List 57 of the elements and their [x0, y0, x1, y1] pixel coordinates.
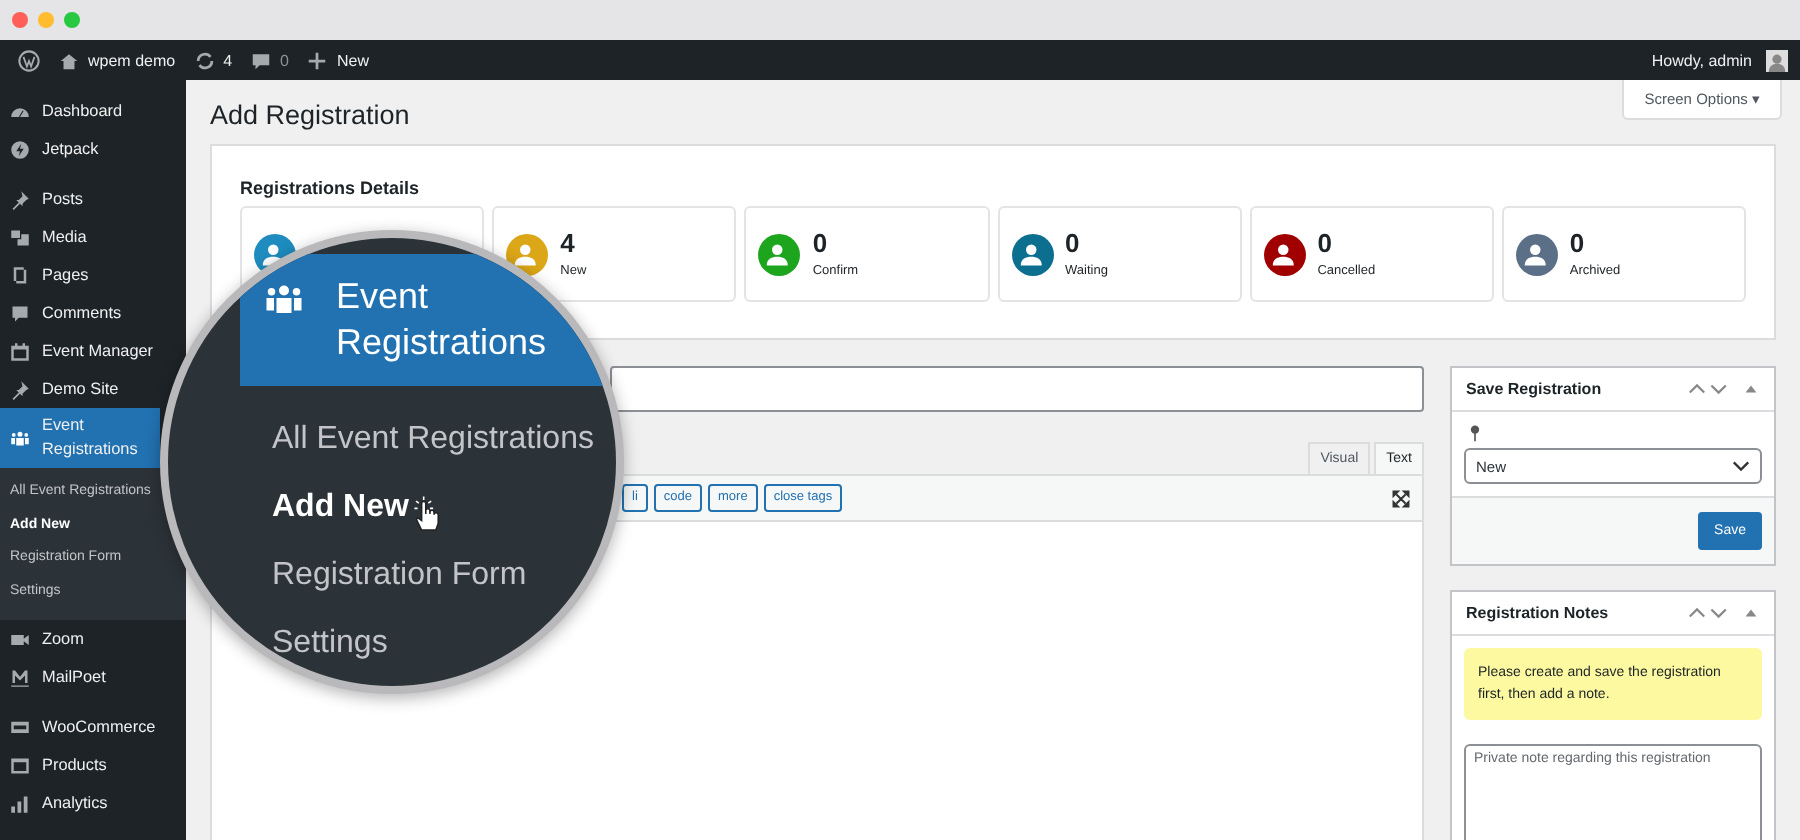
menu-item[interactable]: Registration Form — [272, 558, 527, 594]
page-icon — [10, 265, 30, 285]
stat-value: 0 — [1317, 230, 1334, 258]
chevron-icon — [1732, 460, 1750, 472]
wordpress-logo-icon[interactable] — [18, 49, 40, 71]
calendar-icon — [10, 341, 30, 361]
media-icon — [10, 227, 30, 247]
people-icon — [10, 428, 30, 448]
speech-bubble-icon[interactable] — [250, 49, 273, 71]
panel-title: Registration Notes — [1466, 604, 1609, 622]
site-name-link[interactable]: wpem demo — [88, 51, 176, 69]
stat-value: 0 — [1065, 230, 1082, 258]
sidebar-item[interactable]: Zoom — [0, 620, 160, 658]
stat-value: 4 — [560, 230, 577, 258]
sidebar-item[interactable]: Event Registrations — [0, 408, 160, 468]
avatar-icon[interactable] — [1766, 49, 1788, 71]
sidebar-item[interactable]: Pages — [0, 256, 160, 294]
panel-controls-icon[interactable] — [1688, 604, 1760, 622]
hand-cursor-icon — [412, 496, 445, 532]
sidebar-item[interactable]: Demo Site — [0, 370, 160, 408]
sidebar-item[interactable]: Dashboard — [0, 92, 160, 130]
camera-icon — [10, 629, 30, 649]
sidebar-item[interactable]: Comments — [0, 294, 160, 332]
pin-icon — [10, 189, 30, 209]
bolt-icon — [10, 139, 30, 159]
sidebar-item[interactable]: Analytics — [0, 784, 160, 822]
updates-count: 4 — [223, 51, 233, 69]
chart-icon — [10, 793, 30, 813]
sidebar-item[interactable]: WooCommerce — [0, 696, 160, 746]
refresh-icon[interactable] — [193, 49, 216, 71]
panel-title: Save Registration — [1466, 380, 1602, 398]
section-title: Registrations Details — [240, 178, 422, 198]
pin-icon — [10, 379, 30, 399]
home-icon — [58, 49, 80, 71]
pin-icon — [1470, 424, 1480, 442]
sidebar-item[interactable]: Jetpack — [0, 130, 160, 168]
menu-item[interactable]: Settings — [272, 626, 388, 662]
stat-value: 0 — [1569, 230, 1587, 258]
sidebar-item[interactable]: Posts — [0, 168, 160, 218]
greeting-link[interactable]: Howdy, admin — [1651, 51, 1752, 69]
title-input-field[interactable] — [610, 366, 1424, 412]
speech-bubble-icon — [10, 303, 30, 323]
panel-controls-icon[interactable] — [1688, 380, 1760, 398]
menu-item[interactable]: All Event Registrations — [272, 422, 594, 458]
menu-heading: Event Registrations — [336, 274, 549, 366]
menu-item[interactable]: Add New — [272, 490, 409, 526]
sidebar-item[interactable]: Event Manager — [0, 332, 160, 370]
plus-icon[interactable] — [306, 49, 329, 71]
sidebar-item[interactable]: Products — [0, 746, 160, 784]
comments-count: 0 — [280, 51, 289, 69]
new-link[interactable]: New — [336, 51, 369, 69]
fullscreen-icon[interactable] — [1392, 489, 1410, 507]
sidebar-item[interactable]: MailPoet — [0, 658, 160, 696]
sidebar-item[interactable]: Media — [0, 218, 160, 256]
stat-value: 0 — [812, 230, 830, 258]
page-title: Add Registration — [210, 100, 410, 130]
letter-icon — [10, 667, 30, 687]
